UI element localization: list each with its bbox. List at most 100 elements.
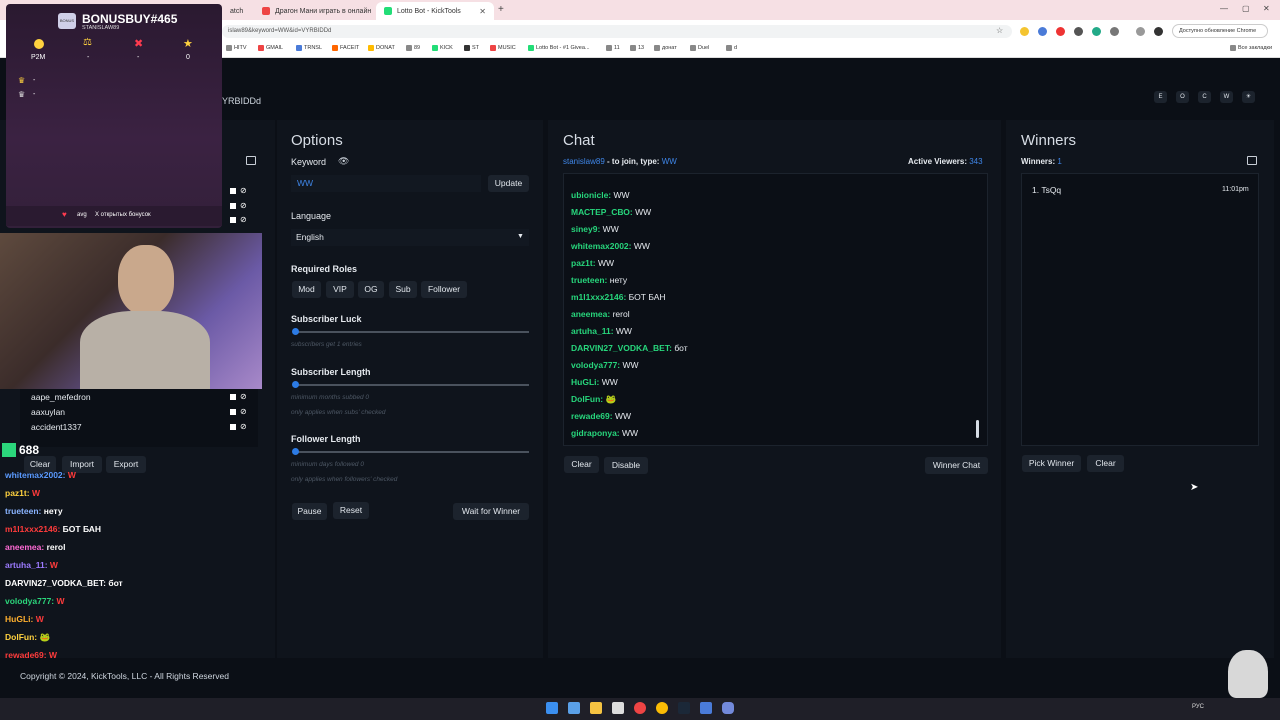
role-mod-button[interactable]: Mod: [292, 281, 321, 298]
sub-luck-slider-track[interactable]: [295, 331, 529, 333]
role-follower-button[interactable]: Follower: [421, 281, 467, 298]
chat-username[interactable]: rewade69:: [571, 411, 613, 421]
puzzle-icon[interactable]: [1110, 27, 1119, 36]
bookmark-item[interactable]: DONAT: [368, 45, 395, 51]
chat-disable-button[interactable]: Disable: [604, 457, 648, 474]
wait-for-winner-button[interactable]: Wait for Winner: [453, 503, 529, 520]
ban-icon[interactable]: ⊘: [240, 392, 247, 401]
checkbox-icon[interactable]: [230, 424, 236, 430]
ban-icon[interactable]: ⊘: [240, 201, 247, 210]
ban-icon[interactable]: ⊘: [240, 215, 247, 224]
winner-row[interactable]: 1. TsQq: [1032, 185, 1061, 195]
bookmark-item[interactable]: KICK: [432, 45, 453, 51]
top-button-o[interactable]: O: [1176, 91, 1189, 103]
chat-username[interactable]: paz1t:: [571, 258, 596, 268]
url-input[interactable]: islaw89&keyword=WW&id=VYRBIDDd: [222, 25, 1012, 38]
chat-clear-button[interactable]: Clear: [564, 456, 599, 473]
top-button-c[interactable]: C: [1198, 91, 1211, 103]
chrome-update-button[interactable]: Доступно обновление Chrome: [1172, 24, 1268, 38]
minimize-icon[interactable]: —: [1220, 4, 1228, 13]
discord-icon[interactable]: [722, 702, 734, 714]
chat-username[interactable]: trueteen:: [571, 275, 607, 285]
chat-username[interactable]: МАСТЕР_СВО:: [571, 207, 633, 217]
checkbox-icon[interactable]: [230, 203, 236, 209]
top-button-w[interactable]: W: [1220, 91, 1233, 103]
explorer-icon[interactable]: [590, 702, 602, 714]
chat-log[interactable]: ubionicle: WW МАСТЕР_СВО: WW siney9: WW whi…: [563, 173, 988, 446]
app-icon[interactable]: [634, 702, 646, 714]
chat-username[interactable]: aneemea:: [571, 309, 610, 319]
bookmark-item[interactable]: донат: [654, 45, 677, 51]
checkbox-icon[interactable]: [230, 188, 236, 194]
browser-tab-2[interactable]: Драгон Мани играть в онлайн✕: [254, 2, 374, 20]
copy-icon[interactable]: [246, 156, 256, 165]
sub-length-slider-knob[interactable]: [292, 381, 299, 388]
eye-icon[interactable]: 👁: [338, 156, 349, 167]
chat-username[interactable]: DARVIN27_VODKA_BET:: [571, 343, 672, 353]
bookmark-item[interactable]: d: [726, 45, 737, 51]
follower-slider-knob[interactable]: [292, 448, 299, 455]
bookmark-item[interactable]: TRNSL: [296, 45, 322, 51]
language-select[interactable]: English: [291, 229, 529, 246]
checkbox-icon[interactable]: [230, 217, 236, 223]
sub-length-slider-track[interactable]: [295, 384, 529, 386]
chat-username[interactable]: siney9:: [571, 224, 600, 234]
task-view-icon[interactable]: [568, 702, 580, 714]
keyword-input[interactable]: WW: [291, 175, 481, 192]
role-sub-button[interactable]: Sub: [389, 281, 417, 298]
follower-slider-track[interactable]: [295, 451, 529, 453]
sub-luck-slider-knob[interactable]: [292, 328, 299, 335]
extension-icon[interactable]: [1038, 27, 1047, 36]
chat-username[interactable]: volodya777:: [571, 360, 620, 370]
bookmark-item[interactable]: ST: [464, 45, 479, 51]
chat-username[interactable]: m1l1xxx2146:: [571, 292, 626, 302]
app-icon[interactable]: [612, 702, 624, 714]
reset-button[interactable]: Reset: [333, 502, 369, 519]
extension-icon[interactable]: [1092, 27, 1101, 36]
chat-username[interactable]: HuGLi:: [571, 377, 599, 387]
copy-icon[interactable]: [1247, 156, 1257, 165]
bookmark-item[interactable]: Lotto Bot - #1 Givea...: [528, 45, 590, 51]
extension-icon[interactable]: [1056, 27, 1065, 36]
winner-chat-button[interactable]: Winner Chat: [925, 457, 988, 474]
all-bookmarks[interactable]: Все закладки: [1230, 45, 1272, 51]
users-export-button[interactable]: Export: [106, 456, 146, 473]
ban-icon[interactable]: ⊘: [240, 422, 247, 431]
bookmark-star-icon[interactable]: ☆: [996, 26, 1003, 35]
bookmark-item[interactable]: GMAIL: [258, 45, 283, 51]
close-window-icon[interactable]: ✕: [1263, 4, 1270, 13]
pause-button[interactable]: Pause: [292, 503, 327, 520]
new-tab-icon[interactable]: +: [498, 4, 504, 15]
start-icon[interactable]: [546, 702, 558, 714]
chat-username[interactable]: whitemax2002:: [571, 241, 631, 251]
chrome-icon[interactable]: [656, 702, 668, 714]
close-icon[interactable]: ✕: [479, 7, 486, 16]
browser-tab-1[interactable]: atch: [222, 2, 252, 20]
bookmark-item[interactable]: Duel: [690, 45, 709, 51]
chat-username[interactable]: DolFun:: [571, 394, 603, 404]
bookmark-item[interactable]: MUSIC: [490, 45, 516, 51]
maximize-icon[interactable]: ▢: [1242, 4, 1250, 13]
bookmark-item[interactable]: FACEIT: [332, 45, 359, 51]
avatar[interactable]: [1154, 27, 1163, 36]
chat-scrollbar[interactable]: [976, 420, 979, 438]
bookmark-item[interactable]: 13: [630, 45, 644, 51]
extension-icon[interactable]: [1074, 27, 1083, 36]
extension-icon[interactable]: [1020, 27, 1029, 36]
bookmark-item[interactable]: HITV: [226, 45, 247, 51]
ban-icon[interactable]: ⊘: [240, 407, 247, 416]
bookmark-item[interactable]: 11: [606, 45, 620, 51]
winners-clear-button[interactable]: Clear: [1087, 455, 1124, 472]
chat-username[interactable]: artuha_11:: [571, 326, 614, 336]
language-indicator[interactable]: РУС: [1192, 704, 1204, 710]
ban-icon[interactable]: ⊘: [240, 186, 247, 195]
theme-toggle-icon[interactable]: ☀: [1242, 91, 1255, 103]
bookmark-item[interactable]: 89: [406, 45, 420, 51]
role-vip-button[interactable]: VIP: [326, 281, 354, 298]
role-og-button[interactable]: OG: [358, 281, 384, 298]
checkbox-icon[interactable]: [230, 409, 236, 415]
steam-icon[interactable]: [678, 702, 690, 714]
app-icon[interactable]: [700, 702, 712, 714]
update-button[interactable]: Update: [488, 175, 529, 192]
chat-username[interactable]: ubionicle:: [571, 190, 611, 200]
